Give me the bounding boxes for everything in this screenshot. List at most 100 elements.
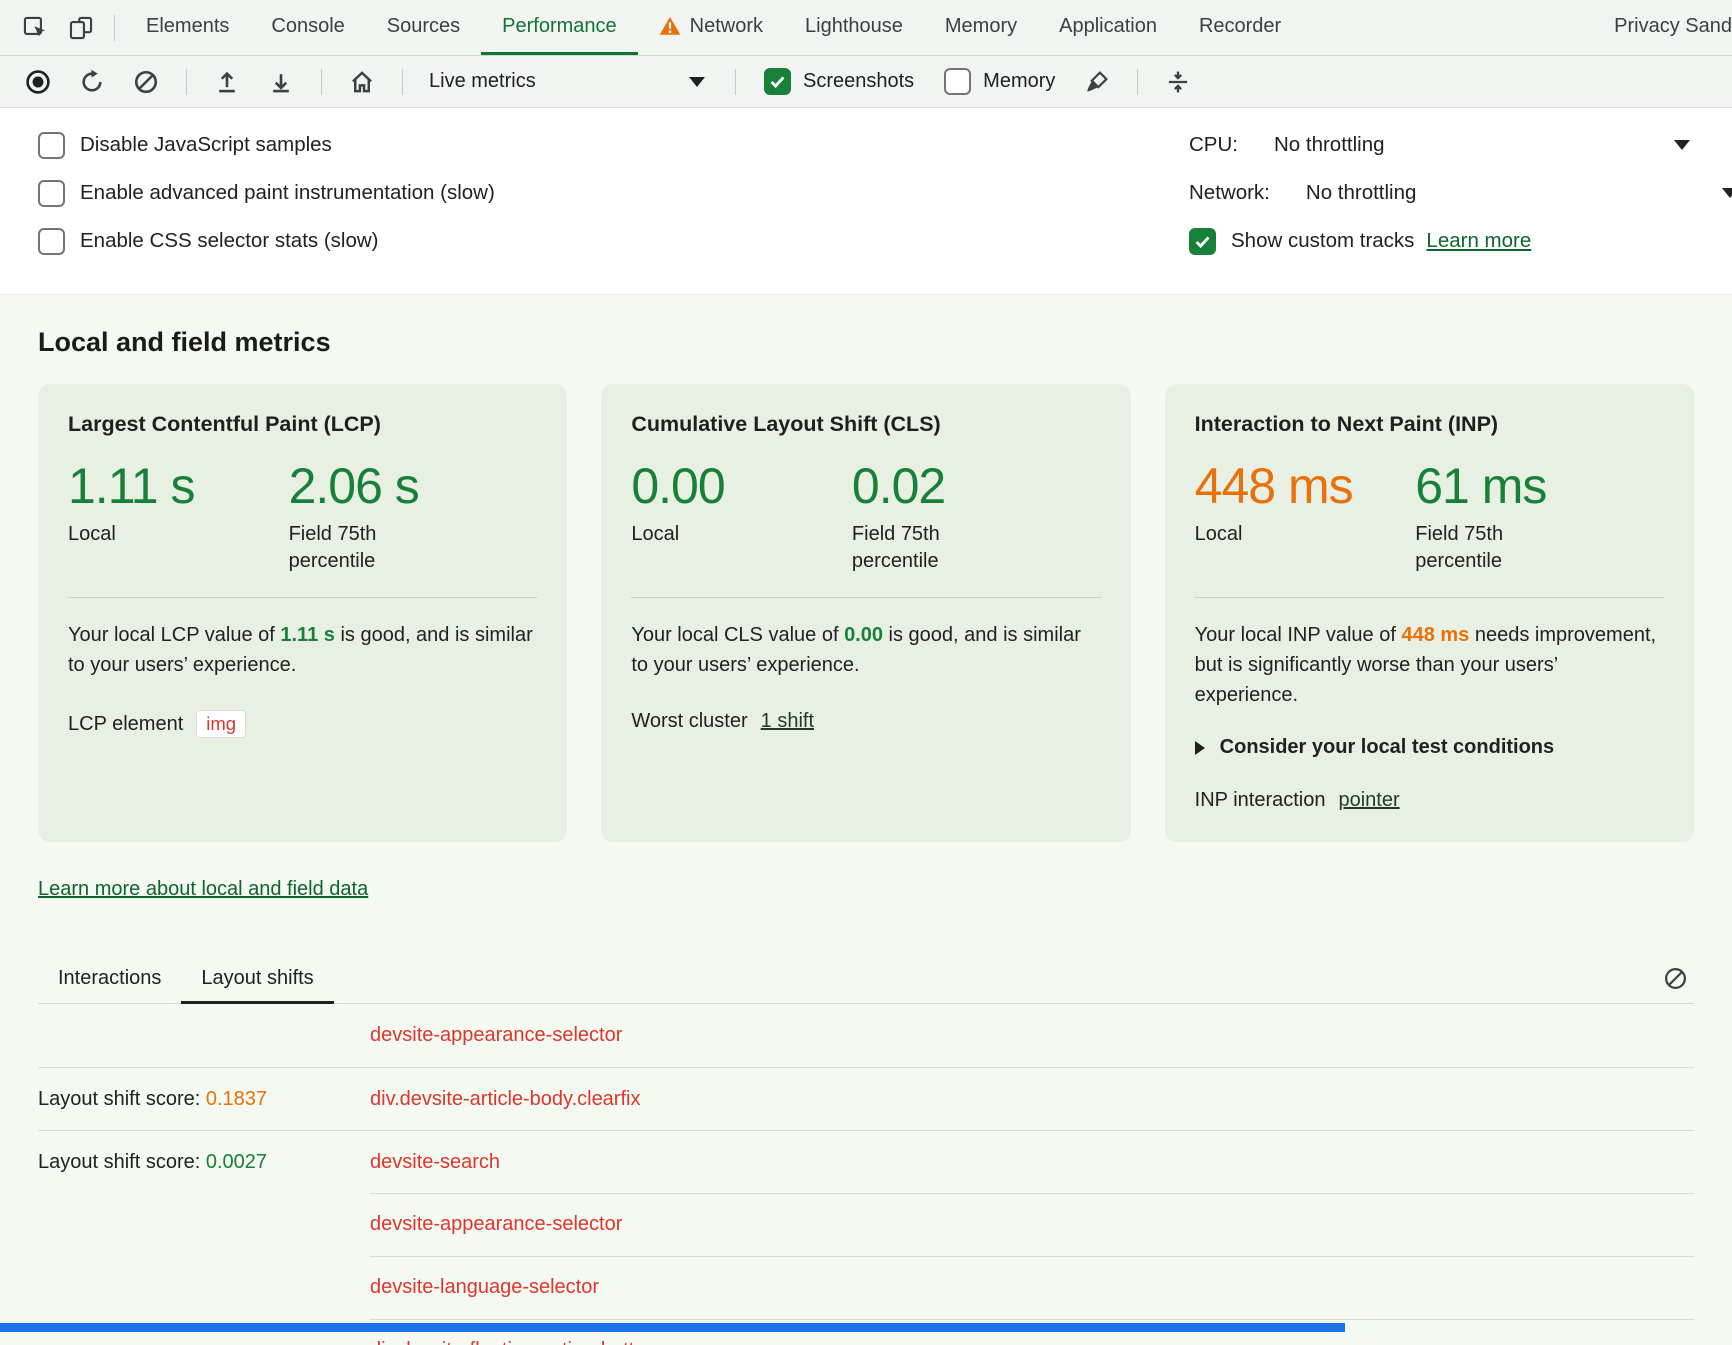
card-title: Cumulative Layout Shift (CLS) <box>631 412 1100 437</box>
element-cell: devsite-appearance-selector <box>370 1193 1694 1256</box>
css-selector-stats-checkbox[interactable]: Enable CSS selector stats (slow) <box>38 224 1189 258</box>
element-node-link[interactable]: devsite-language-selector <box>370 1276 599 1299</box>
inspect-element-icon[interactable] <box>12 0 58 55</box>
tab-recorder[interactable]: Recorder <box>1178 0 1302 55</box>
footer-label: Worst cluster <box>631 710 747 733</box>
worst-cluster-row: Worst cluster 1 shift <box>631 710 1100 733</box>
worst-cluster-link[interactable]: 1 shift <box>761 710 814 733</box>
element-node-link[interactable]: div.devsite-floating-action-buttons <box>370 1339 666 1345</box>
score-value: 0.0027 <box>206 1151 267 1173</box>
tab-application[interactable]: Application <box>1038 0 1178 55</box>
tab-label: Elements <box>146 15 229 38</box>
device-toolbar-icon[interactable] <box>58 0 104 55</box>
inp-interaction-link[interactable]: pointer <box>1338 789 1399 812</box>
metric-values: 448 ms Local 61 ms Field 75th percentile <box>1195 461 1664 575</box>
record-button[interactable] <box>14 62 62 102</box>
view-mode-dropdown[interactable]: Live metrics <box>419 62 719 102</box>
log-tab-bar: Interactions Layout shifts <box>38 957 1694 1004</box>
checkbox-checked-icon <box>764 68 791 95</box>
clear-log-icon[interactable] <box>1663 966 1688 991</box>
tab-performance[interactable]: Performance <box>481 0 638 55</box>
divider <box>735 69 736 95</box>
card-title: Largest Contentful Paint (LCP) <box>68 412 537 437</box>
layout-shift-row: devsite-appearance-selector <box>38 1004 1694 1067</box>
tab-label: Layout shifts <box>201 967 313 989</box>
custom-tracks-learn-more-link[interactable]: Learn more <box>1426 229 1531 253</box>
description-value: 1.11 s <box>280 624 335 646</box>
devtools-tab-bar: Elements Console Sources Performance Net… <box>0 0 1732 56</box>
element-node-link[interactable]: devsite-appearance-selector <box>370 1024 622 1047</box>
disable-js-samples-checkbox[interactable]: Disable JavaScript samples <box>38 128 1189 162</box>
divider <box>402 69 403 95</box>
divider <box>1195 597 1664 598</box>
checkbox-label: Enable CSS selector stats (slow) <box>80 229 379 253</box>
field-value-column: 61 ms Field 75th percentile <box>1415 461 1636 575</box>
tab-label: Privacy Sand <box>1614 15 1732 38</box>
memory-checkbox[interactable]: Memory <box>932 68 1067 95</box>
reload-and-record-button[interactable] <box>68 62 116 102</box>
tab-network[interactable]: Network <box>638 0 784 55</box>
advanced-paint-instrumentation-checkbox[interactable]: Enable advanced paint instrumentation (s… <box>38 176 1189 210</box>
tab-privacy-sandbox[interactable]: Privacy Sand <box>1593 0 1732 55</box>
learn-more-local-field-link[interactable]: Learn more about local and field data <box>38 878 368 901</box>
layout-shift-row: Layout shift score: 0.0027 devsite-searc… <box>38 1130 1694 1193</box>
tab-layout-shifts[interactable]: Layout shifts <box>181 957 333 1004</box>
layout-shift-row: devsite-language-selector <box>38 1256 1694 1319</box>
score-cell: Layout shift score: 0.1837 <box>38 1088 370 1111</box>
throttling-settings: CPU: No throttling Network: No throttlin… <box>1189 128 1694 272</box>
local-test-conditions-expander[interactable]: Consider your local test conditions <box>1195 736 1664 759</box>
divider <box>1137 69 1138 95</box>
description-text: Your local CLS value of <box>631 624 844 646</box>
live-metrics-view: Local and field metrics Largest Contentf… <box>0 295 1732 1345</box>
tab-interactions[interactable]: Interactions <box>38 957 181 1004</box>
local-label: Local <box>68 521 218 548</box>
show-custom-tracks-row: Show custom tracks Learn more <box>1189 224 1694 258</box>
triangle-right-icon <box>1195 741 1205 755</box>
lcp-card: Largest Contentful Paint (LCP) 1.11 s Lo… <box>38 384 567 842</box>
checkbox-unchecked-icon <box>944 68 971 95</box>
network-throttling-select[interactable]: Network: No throttling <box>1189 176 1694 210</box>
custom-tracks-label: Show custom tracks <box>1231 229 1414 253</box>
screenshots-checkbox[interactable]: Screenshots <box>752 68 926 95</box>
checkbox-unchecked-icon <box>38 132 65 159</box>
local-value-column: 448 ms Local <box>1195 461 1416 575</box>
tab-console[interactable]: Console <box>250 0 365 55</box>
layout-shifts-log: devsite-appearance-selector Layout shift… <box>38 1004 1694 1345</box>
tab-lighthouse[interactable]: Lighthouse <box>784 0 924 55</box>
metric-cards: Largest Contentful Paint (LCP) 1.11 s Lo… <box>38 384 1694 842</box>
lcp-element-node-link[interactable]: img <box>196 710 246 738</box>
description-value: 448 ms <box>1401 624 1469 646</box>
divider <box>321 69 322 95</box>
collapse-tracks-icon[interactable] <box>1154 62 1202 102</box>
tab-memory[interactable]: Memory <box>924 0 1038 55</box>
page-bottom-blue-bar <box>0 1323 1345 1332</box>
tab-label: Lighthouse <box>805 15 903 38</box>
lcp-element-row: LCP element img <box>68 710 537 738</box>
cpu-throttling-select[interactable]: CPU: No throttling <box>1189 128 1694 162</box>
tab-label: Network <box>690 15 763 38</box>
custom-tracks-checkbox[interactable] <box>1189 228 1216 255</box>
element-node-link[interactable]: devsite-appearance-selector <box>370 1213 622 1236</box>
tab-sources[interactable]: Sources <box>366 0 481 55</box>
field-label: Field 75th percentile <box>289 521 439 575</box>
garbage-collect-brush-icon[interactable] <box>1073 62 1121 102</box>
home-icon[interactable] <box>338 62 386 102</box>
element-cell: devsite-appearance-selector <box>370 1004 1694 1067</box>
element-node-link[interactable]: div.devsite-article-body.clearfix <box>370 1088 640 1111</box>
clear-button[interactable] <box>122 62 170 102</box>
divider <box>68 597 537 598</box>
tab-label: Sources <box>387 15 460 38</box>
checkbox-label: Disable JavaScript samples <box>80 133 332 157</box>
network-label: Network: <box>1189 181 1270 205</box>
element-node-link[interactable]: devsite-search <box>370 1151 500 1174</box>
expander-label: Consider your local test conditions <box>1220 736 1555 759</box>
local-value-column: 1.11 s Local <box>68 461 289 575</box>
checkbox-label: Memory <box>983 70 1055 93</box>
load-profile-icon[interactable] <box>203 62 251 102</box>
tab-elements[interactable]: Elements <box>125 0 250 55</box>
save-profile-icon[interactable] <box>257 62 305 102</box>
card-description: Your local CLS value of 0.00 is good, an… <box>631 620 1100 680</box>
field-label: Field 75th percentile <box>852 521 1002 575</box>
inp-interaction-row: INP interaction pointer <box>1195 789 1664 812</box>
description-value: 0.00 <box>844 624 883 646</box>
